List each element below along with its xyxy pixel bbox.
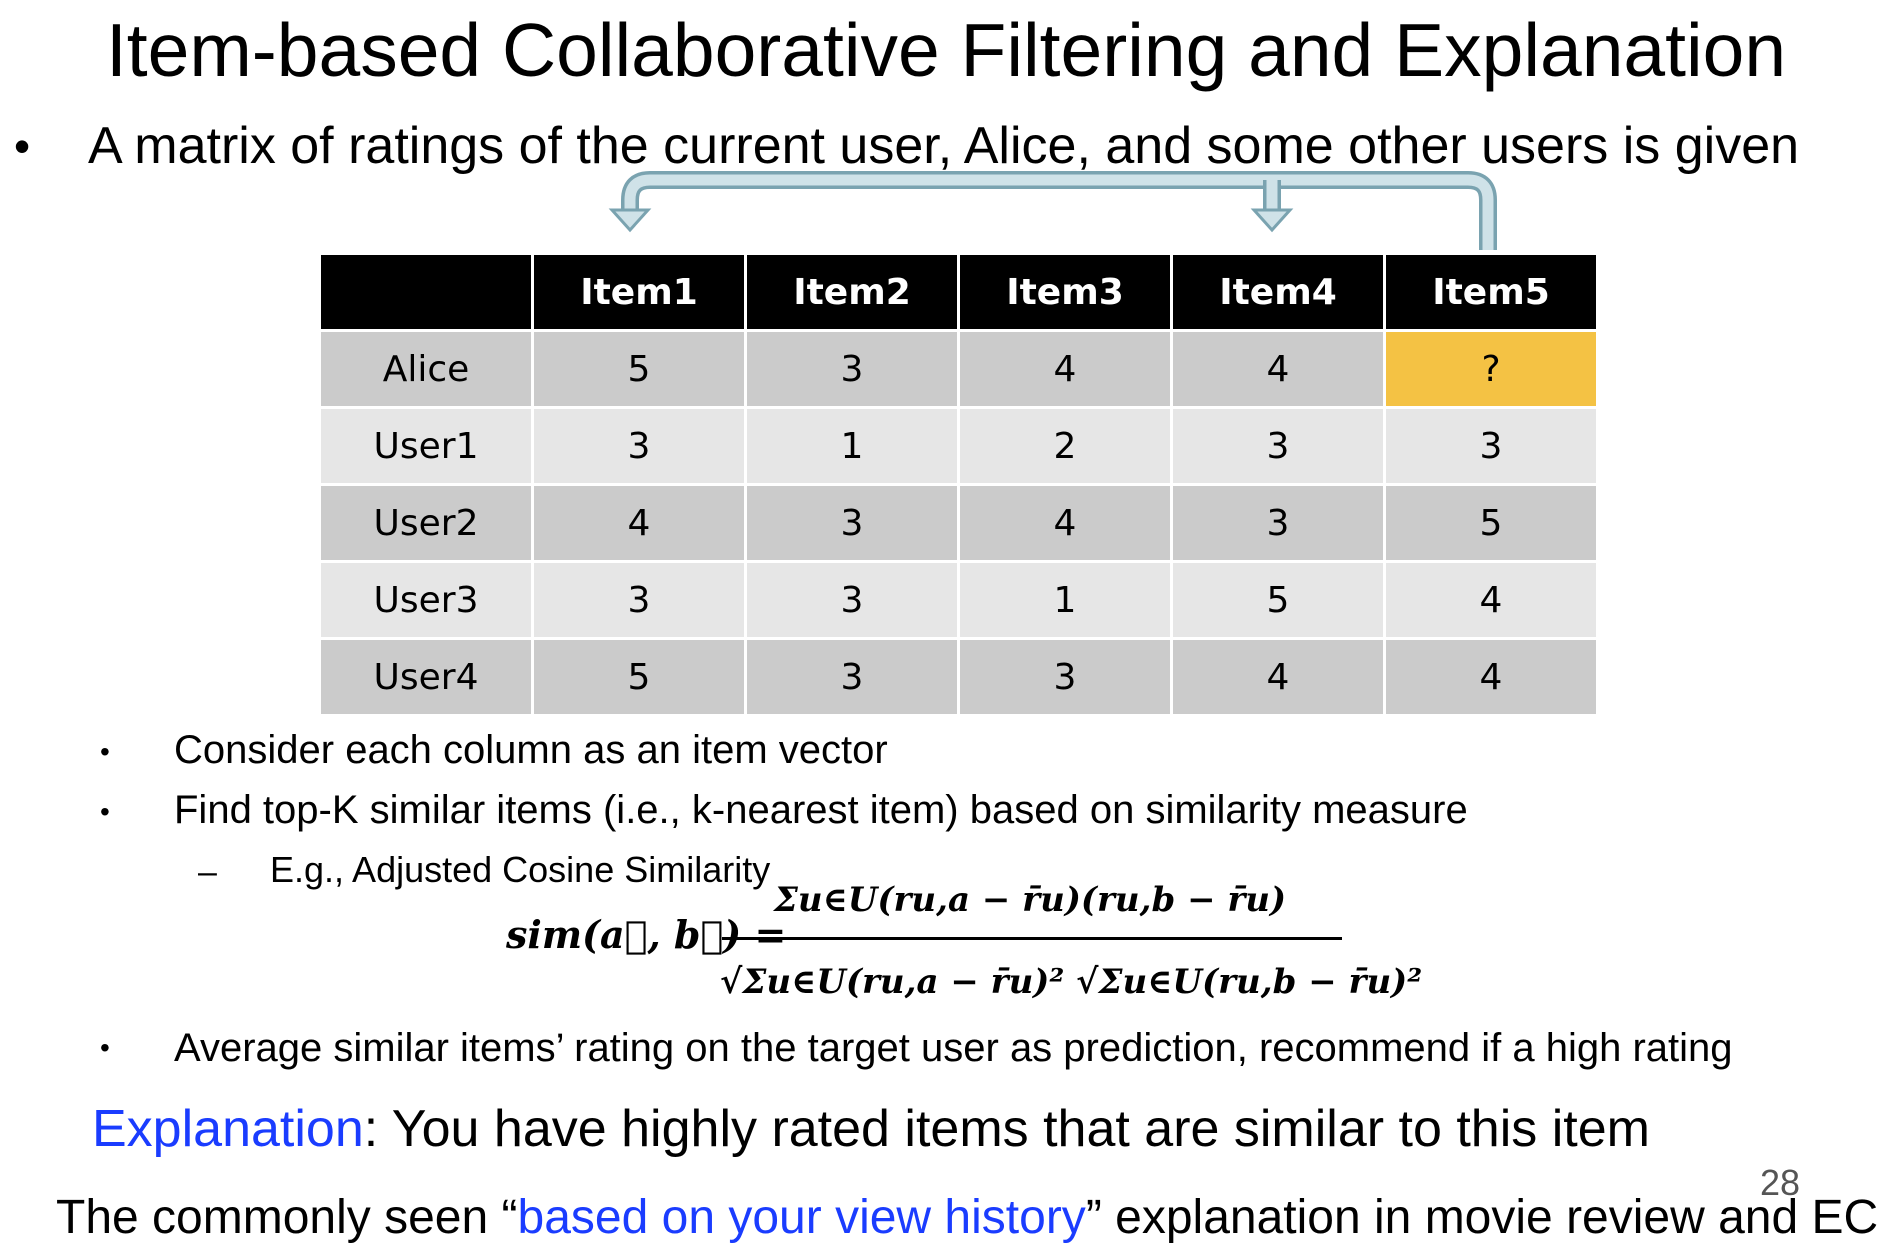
rating-cell: 3 <box>744 637 960 717</box>
bullet-marker: • <box>100 736 110 767</box>
rating-cell: 4 <box>1170 329 1386 409</box>
table-header-row: Item1 Item2 Item3 Item4 Item5 <box>318 252 1599 332</box>
explanation-line: Explanation: You have highly rated items… <box>92 1098 1650 1160</box>
rating-cell: 4 <box>1383 637 1599 717</box>
formula-numerator: Σu∈U(ru,a − r̄u)(ru,b − r̄u) <box>773 880 1287 920</box>
user-cell: User3 <box>318 560 534 640</box>
rating-cell: 3 <box>744 560 960 640</box>
rating-cell: 1 <box>744 406 960 486</box>
rating-cell: 4 <box>531 483 747 563</box>
rating-cell: 5 <box>531 329 747 409</box>
rating-cell: 1 <box>957 560 1173 640</box>
sub-point-similarity: E.g., Adjusted Cosine Similarity <box>270 849 771 890</box>
rating-cell: 3 <box>744 329 960 409</box>
rating-cell: 5 <box>1170 560 1386 640</box>
header-cell: Item5 <box>1383 252 1599 332</box>
table-row: Alice 5 3 4 4 ? <box>318 329 1599 409</box>
user-cell: User4 <box>318 637 534 717</box>
table-row: User2 4 3 4 3 5 <box>318 483 1599 563</box>
header-cell: Item2 <box>744 252 960 332</box>
formula-denominator: √Σu∈U(ru,a − r̄u)² √Σu∈U(ru,b − r̄u)² <box>720 962 1423 1002</box>
point-top-k: Find top-K similar items (i.e., k-neares… <box>174 788 1468 832</box>
rating-cell: 3 <box>1383 406 1599 486</box>
header-cell: Item3 <box>957 252 1173 332</box>
explanation-text: : You have highly rated items that are s… <box>363 1100 1650 1158</box>
point-item-vector: Consider each column as an item vector <box>174 728 888 772</box>
point-average: Average similar items’ rating on the tar… <box>174 1026 1733 1070</box>
rating-cell: 4 <box>1383 560 1599 640</box>
footer-prefix: The commonly seen “ <box>56 1191 518 1244</box>
rating-cell: 3 <box>531 406 747 486</box>
user-cell: Alice <box>318 329 534 409</box>
arrow-head-item4 <box>1250 208 1294 233</box>
table-row: User1 3 1 2 3 3 <box>318 406 1599 486</box>
similarity-arrows <box>608 171 1497 250</box>
explanation-label: Explanation <box>92 1100 364 1158</box>
rating-cell: 2 <box>957 406 1173 486</box>
footer-note: The commonly seen “based on your view hi… <box>56 1188 1878 1248</box>
arrow-body <box>624 174 1494 250</box>
rating-cell: 4 <box>957 483 1173 563</box>
footer-suffix: ” explanation in movie review and EC <box>1085 1191 1879 1244</box>
rating-cell: 3 <box>1170 406 1386 486</box>
unknown-rating-cell: ? <box>1383 329 1599 409</box>
header-cell: Item4 <box>1170 252 1386 332</box>
rating-cell: 3 <box>531 560 747 640</box>
dash-marker: – <box>198 853 217 891</box>
bullet-marker: • <box>100 1032 110 1063</box>
footer-highlight: based on your view history <box>517 1191 1086 1244</box>
rating-cell: 3 <box>744 483 960 563</box>
bullet-marker: • <box>100 796 110 827</box>
rating-cell: 5 <box>1383 483 1599 563</box>
arrow-head-item1 <box>608 208 652 233</box>
rating-cell: 3 <box>957 637 1173 717</box>
ratings-matrix: Item1 Item2 Item3 Item4 Item5 Alice 5 3 … <box>318 252 1599 717</box>
table-row: User3 3 3 1 5 4 <box>318 560 1599 640</box>
user-cell: User1 <box>318 406 534 486</box>
arrow-outline <box>621 171 1497 250</box>
fraction-bar <box>722 937 1342 940</box>
user-cell: User2 <box>318 483 534 563</box>
header-cell: Item1 <box>531 252 747 332</box>
rating-cell: 3 <box>1170 483 1386 563</box>
rating-cell: 4 <box>1170 637 1386 717</box>
rating-cell: 5 <box>531 637 747 717</box>
rating-cell: 4 <box>957 329 1173 409</box>
header-cell <box>318 252 534 332</box>
table-row: User4 5 3 3 4 4 <box>318 637 1599 717</box>
